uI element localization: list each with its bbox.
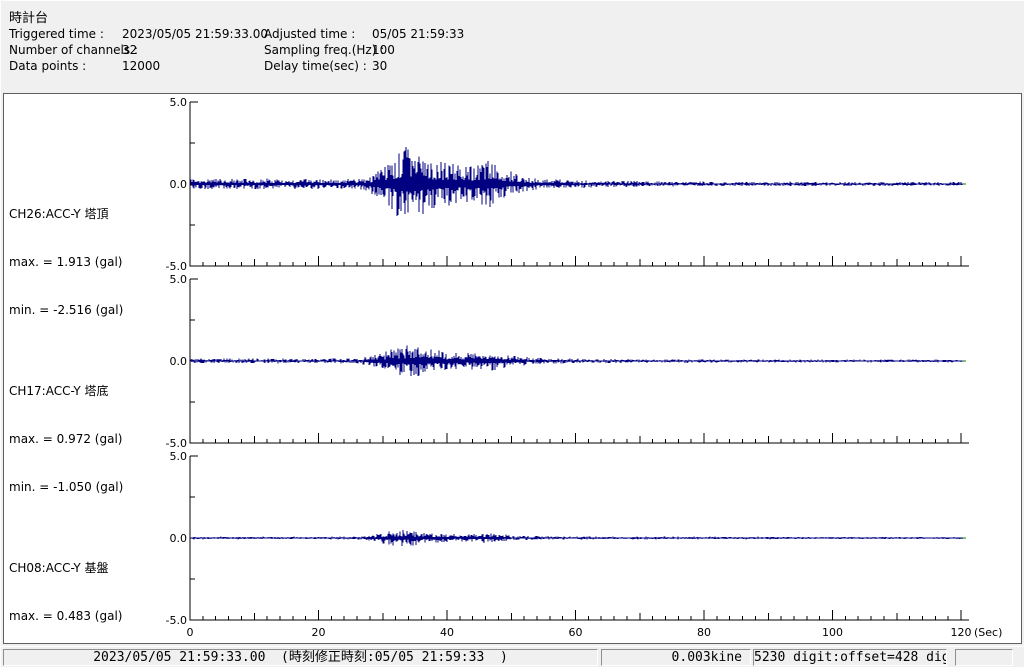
status-empty-field xyxy=(955,649,1013,666)
adjusted-time-value: 05/05 21:59:33 xyxy=(372,27,464,41)
svg-text:100: 100 xyxy=(822,626,843,639)
adjusted-time-label: Adjusted time : xyxy=(264,27,355,41)
status-time-field: 2023/05/05 21:59:33.00 (時刻修正時刻:05/05 21:… xyxy=(3,649,598,666)
channel-label: CH08:ACC-Y 基盤 xyxy=(9,560,187,576)
sampling-freq-value: 100 xyxy=(372,43,395,57)
channel-label: CH17:ACC-Y 塔底 xyxy=(9,383,187,399)
channel-min: min. = -1.050 (gal) xyxy=(9,479,187,495)
triggered-time-value: 2023/05/05 21:59:33.00 xyxy=(122,27,268,41)
svg-text:0: 0 xyxy=(187,626,194,639)
svg-text:20: 20 xyxy=(312,626,326,639)
channel-max: max. = 0.972 (gal) xyxy=(9,431,187,447)
status-bar: 2023/05/05 21:59:33.00 (時刻修正時刻:05/05 21:… xyxy=(1,646,1024,667)
channel-min: min. = -2.516 (gal) xyxy=(9,302,187,318)
header-panel: 時計台 Triggered time : 2023/05/05 21:59:33… xyxy=(1,1,1024,93)
channel-label: CH26:ACC-Y 塔頂 xyxy=(9,206,187,222)
svg-text:80: 80 xyxy=(697,626,711,639)
data-points-label: Data points : xyxy=(9,59,86,73)
delay-time-label: Delay time(sec) : xyxy=(264,59,367,73)
svg-text:(Sec): (Sec) xyxy=(974,626,1002,639)
channels-value: 32 xyxy=(122,43,137,57)
svg-text:120: 120 xyxy=(951,626,972,639)
sampling-freq-label: Sampling freq.(Hz) : xyxy=(264,43,384,57)
channel-max: max. = 1.913 (gal) xyxy=(9,254,187,270)
channel-info-ch26: CH26:ACC-Y 塔頂 max. = 1.913 (gal) min. = … xyxy=(9,174,187,350)
data-points-value: 12000 xyxy=(122,59,160,73)
channel-max: max. = 0.483 (gal) xyxy=(9,608,187,624)
svg-text:60: 60 xyxy=(569,626,583,639)
status-kine-field: 0.003kine xyxy=(601,649,751,666)
channel-info-ch17: CH17:ACC-Y 塔底 max. = 0.972 (gal) min. = … xyxy=(9,351,187,527)
status-digit-field: 5230 digit:offset=428 digit xyxy=(753,649,947,666)
svg-text:40: 40 xyxy=(440,626,454,639)
channels-label: Number of channels : xyxy=(9,43,138,57)
delay-time-value: 30 xyxy=(372,59,387,73)
app-window: 時計台 Triggered time : 2023/05/05 21:59:33… xyxy=(0,0,1024,667)
triggered-time-label: Triggered time : xyxy=(9,27,104,41)
window-title: 時計台 xyxy=(9,7,48,26)
svg-text:5.0: 5.0 xyxy=(170,96,188,109)
